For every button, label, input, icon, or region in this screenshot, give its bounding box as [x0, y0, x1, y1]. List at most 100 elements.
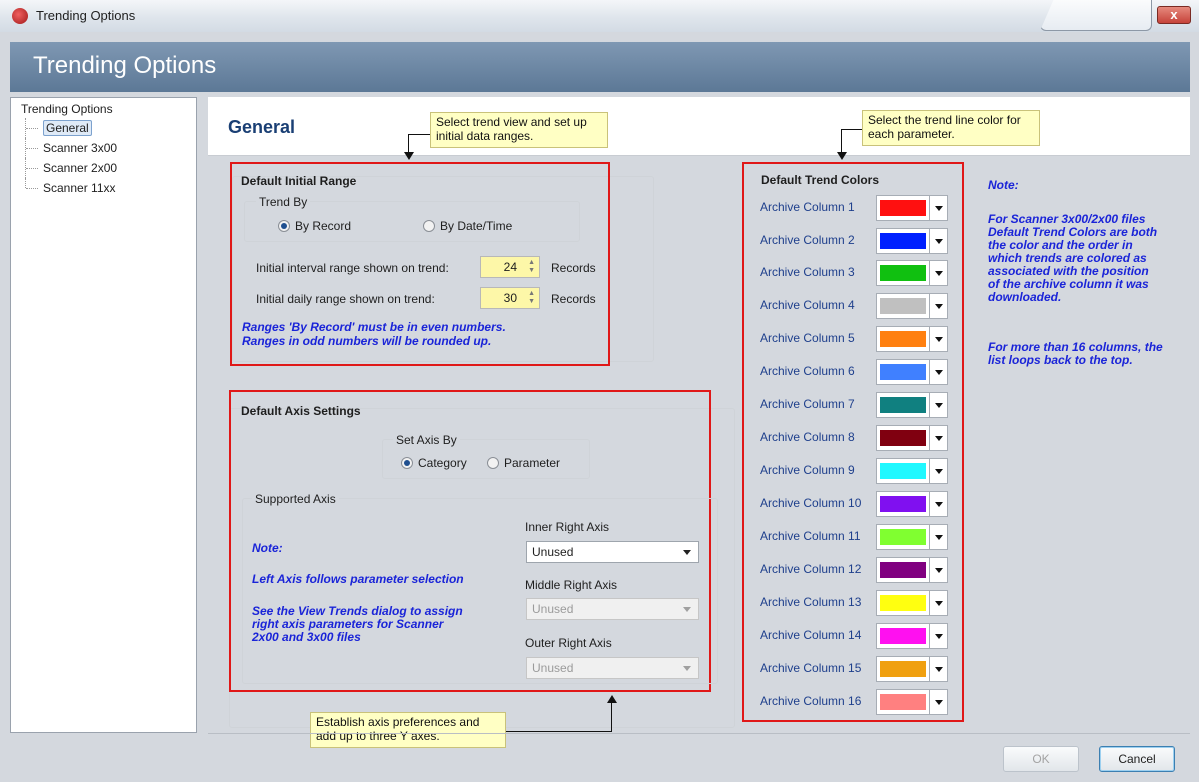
callout-arrow	[607, 695, 617, 703]
tree-item-scanner-2x00[interactable]: Scanner 2x00	[21, 158, 196, 178]
callout-axis: Establish axis preferences and add up to…	[310, 712, 506, 748]
app-icon	[12, 8, 28, 24]
color-swatch	[880, 463, 926, 479]
radio-icon	[487, 457, 499, 469]
archive-column-label: Archive Column 8	[760, 430, 855, 444]
interval-value: 24	[503, 260, 517, 274]
radio-icon	[423, 220, 435, 232]
ok-button[interactable]: OK	[1003, 746, 1079, 772]
supported-axis-title: Supported Axis	[252, 492, 339, 506]
color-swatch	[880, 496, 926, 512]
tree-item-label: Scanner 11xx	[43, 181, 116, 195]
range-note-1: Ranges 'By Record' must be in even numbe…	[242, 320, 506, 334]
axis-note-view-3: 2x00 and 3x00 files	[252, 630, 361, 644]
chevron-down-icon[interactable]	[929, 327, 947, 351]
trend-colors-title: Default Trend Colors	[761, 173, 880, 187]
color-picker[interactable]	[876, 623, 948, 649]
callout-arrow	[404, 152, 414, 160]
color-picker[interactable]	[876, 293, 948, 319]
chevron-down-icon[interactable]	[929, 591, 947, 615]
parameter-radio[interactable]: Parameter	[487, 456, 560, 470]
color-picker[interactable]	[876, 260, 948, 286]
chevron-down-icon[interactable]	[929, 459, 947, 483]
radio-icon	[401, 457, 413, 469]
color-picker[interactable]	[876, 195, 948, 221]
chevron-down-icon[interactable]	[929, 426, 947, 450]
inner-axis-label: Inner Right Axis	[525, 520, 610, 534]
color-swatch	[880, 200, 926, 216]
chevron-down-icon[interactable]	[929, 261, 947, 285]
color-picker[interactable]	[876, 228, 948, 254]
chevron-down-icon[interactable]	[929, 229, 947, 253]
spin-arrows-icon: ▲ ▼	[528, 259, 535, 274]
daily-spinner[interactable]: 30 ▲ ▼	[480, 287, 540, 309]
callout-connector	[611, 702, 612, 732]
daily-unit: Records	[551, 292, 596, 306]
side-note-line: downloaded.	[988, 290, 1062, 304]
chevron-down-icon[interactable]	[929, 690, 947, 714]
color-picker[interactable]	[876, 557, 948, 583]
callout-connector	[841, 129, 842, 153]
archive-column-label: Archive Column 1	[760, 200, 855, 214]
archive-column-label: Archive Column 2	[760, 233, 855, 247]
color-picker[interactable]	[876, 359, 948, 385]
color-picker[interactable]	[876, 458, 948, 484]
callout-connector	[841, 129, 862, 130]
chevron-down-icon[interactable]	[929, 558, 947, 582]
chevron-down-icon[interactable]	[929, 657, 947, 681]
tree-item-scanner-3x00[interactable]: Scanner 3x00	[21, 138, 196, 158]
by-datetime-radio[interactable]: By Date/Time	[423, 219, 512, 233]
panel-header	[208, 97, 1190, 156]
chevron-down-icon[interactable]	[929, 624, 947, 648]
range-note-2: Ranges in odd numbers will be rounded up…	[242, 334, 492, 348]
color-swatch	[880, 562, 926, 578]
archive-column-label: Archive Column 10	[760, 496, 862, 510]
inner-axis-select[interactable]: Unused	[526, 541, 699, 563]
side-note-paragraph-2: For more than 16 columns, the list loops…	[988, 341, 1163, 367]
interval-spinner[interactable]: 24 ▲ ▼	[480, 256, 540, 278]
color-swatch	[880, 595, 926, 611]
color-swatch	[880, 397, 926, 413]
tree-root[interactable]: Trending Options	[21, 102, 196, 116]
color-swatch	[880, 694, 926, 710]
color-picker[interactable]	[876, 590, 948, 616]
chevron-down-icon[interactable]	[929, 393, 947, 417]
tree-item-scanner-11xx[interactable]: Scanner 11xx	[21, 178, 196, 198]
spin-arrows-icon: ▲ ▼	[528, 290, 535, 305]
tree-item-label: Scanner 2x00	[43, 161, 118, 175]
chevron-down-icon[interactable]	[929, 360, 947, 384]
chevron-down-icon[interactable]	[929, 525, 947, 549]
outer-axis-select[interactable]: Unused	[526, 657, 699, 679]
radio-icon	[278, 220, 290, 232]
chevron-down-icon[interactable]	[929, 196, 947, 220]
title-bar-tab	[1040, 0, 1152, 31]
tree-item-general[interactable]: General	[21, 118, 196, 138]
window-title: Trending Options	[36, 8, 136, 23]
middle-axis-select[interactable]: Unused	[526, 598, 699, 620]
chevron-down-icon[interactable]	[929, 294, 947, 318]
cancel-button[interactable]: Cancel	[1099, 746, 1175, 772]
color-picker[interactable]	[876, 656, 948, 682]
banner-title: Trending Options	[33, 52, 217, 79]
color-picker[interactable]	[876, 392, 948, 418]
color-swatch	[880, 364, 926, 380]
interval-unit: Records	[551, 261, 596, 275]
footer-divider	[208, 733, 1190, 734]
by-record-radio[interactable]: By Record	[278, 219, 351, 233]
close-button[interactable]: x	[1157, 6, 1191, 24]
callout-connector	[506, 731, 612, 732]
title-bar	[0, 0, 1199, 32]
archive-column-label: Archive Column 7	[760, 397, 855, 411]
middle-axis-label: Middle Right Axis	[525, 578, 618, 592]
category-radio[interactable]: Category	[401, 456, 467, 470]
color-picker[interactable]	[876, 326, 948, 352]
archive-column-label: Archive Column 12	[760, 562, 862, 576]
color-picker[interactable]	[876, 425, 948, 451]
chevron-down-icon	[683, 550, 691, 555]
chevron-down-icon[interactable]	[929, 492, 947, 516]
color-picker[interactable]	[876, 689, 948, 715]
color-picker[interactable]	[876, 524, 948, 550]
color-picker[interactable]	[876, 491, 948, 517]
side-note-title: Note:	[988, 178, 1019, 192]
callout-trend-color: Select the trend line color for each par…	[862, 110, 1040, 146]
